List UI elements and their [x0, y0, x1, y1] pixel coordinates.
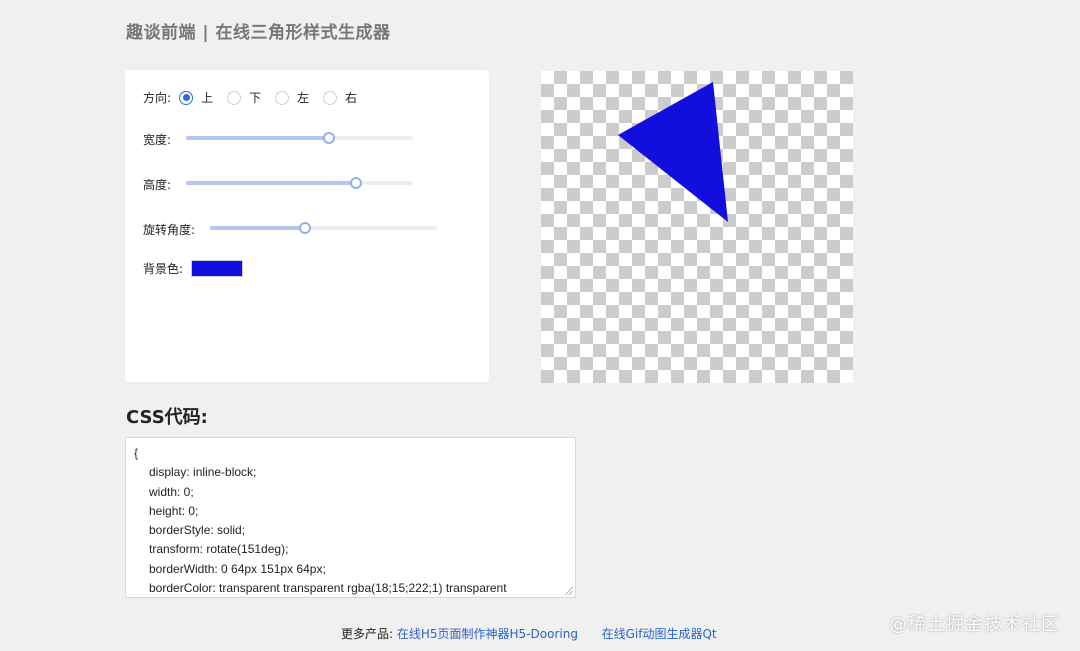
direction-option-left-label: 左 — [297, 91, 310, 105]
direction-option-right-label: 右 — [345, 91, 358, 105]
direction-option-right[interactable]: 右 — [323, 89, 357, 106]
direction-radio-group: 上 下 左 右 — [171, 89, 363, 106]
code-line: height: 0; — [149, 503, 199, 518]
height-slider-fill — [186, 181, 357, 185]
code-line: width: 0; — [149, 484, 194, 499]
radio-right[interactable] — [323, 90, 338, 105]
width-row: 宽度: — [143, 131, 171, 148]
width-slider-handle[interactable] — [323, 132, 335, 144]
footer-link-h5-dooring[interactable]: 在线H5页面制作神器H5-Dooring — [397, 627, 578, 641]
page-title: 趣谈前端 | 在线三角形样式生成器 — [126, 23, 391, 43]
background-color-picker[interactable] — [191, 260, 244, 277]
radio-left[interactable] — [275, 90, 290, 105]
footer: 更多产品: 在线H5页面制作神器H5-Dooring 在线Gif动图生成器Qt — [341, 625, 717, 642]
control-panel: 方向: 上 下 左 右 宽度: 高度: 旋转角度: 背景色: — [125, 70, 489, 382]
background-color-label: 背景色: — [143, 262, 184, 276]
width-slider[interactable] — [186, 132, 413, 144]
height-slider-handle[interactable] — [350, 177, 363, 189]
height-slider[interactable] — [186, 177, 413, 189]
page: 趣谈前端 | 在线三角形样式生成器 方向: 上 下 左 右 宽度: 高度: 旋转… — [0, 0, 1080, 651]
direction-label: 方向: — [143, 91, 172, 105]
direction-option-left[interactable]: 左 — [275, 89, 309, 106]
code-line: display: inline-block; — [149, 465, 257, 480]
code-line: transform: rotate(151deg); — [149, 542, 289, 557]
rotation-row: 旋转角度: — [143, 221, 195, 238]
width-slider-fill — [186, 136, 329, 140]
code-line: { — [134, 446, 139, 460]
rotation-label: 旋转角度: — [143, 223, 196, 237]
radio-down[interactable] — [227, 90, 242, 105]
footer-prefix: 更多产品: — [341, 627, 394, 641]
triangle-shape — [618, 82, 728, 222]
css-code-heading: CSS代码: — [126, 407, 208, 428]
background-color-row: 背景色: — [143, 260, 244, 277]
direction-option-down-label: 下 — [249, 91, 262, 105]
code-line: borderWidth: 0 64px 151px 64px; — [149, 561, 326, 576]
width-label: 宽度: — [143, 133, 172, 147]
height-label: 高度: — [143, 178, 172, 192]
resize-grip-icon[interactable] — [565, 587, 573, 595]
radio-up[interactable] — [179, 90, 194, 105]
direction-row: 方向: 上 下 左 右 — [143, 89, 363, 106]
direction-option-down[interactable]: 下 — [227, 89, 261, 106]
triangle-svg — [618, 82, 728, 222]
direction-option-up-label: 上 — [201, 91, 214, 105]
code-line: borderColor: transparent transparent rgb… — [149, 581, 507, 596]
css-code-textarea[interactable]: { display: inline-block; width: 0; heigh… — [125, 437, 576, 598]
rotation-slider-fill — [210, 226, 306, 230]
triangle-preview — [541, 71, 853, 383]
rotation-slider[interactable] — [210, 222, 437, 234]
watermark: @稀土掘金技术社区 — [889, 614, 1060, 635]
footer-link-gif-generator[interactable]: 在线Gif动图生成器Qt — [602, 627, 717, 641]
rotation-slider-handle[interactable] — [299, 222, 312, 234]
code-line: borderStyle: solid; — [149, 523, 246, 538]
direction-option-up[interactable]: 上 — [179, 89, 213, 106]
height-row: 高度: — [143, 176, 171, 193]
